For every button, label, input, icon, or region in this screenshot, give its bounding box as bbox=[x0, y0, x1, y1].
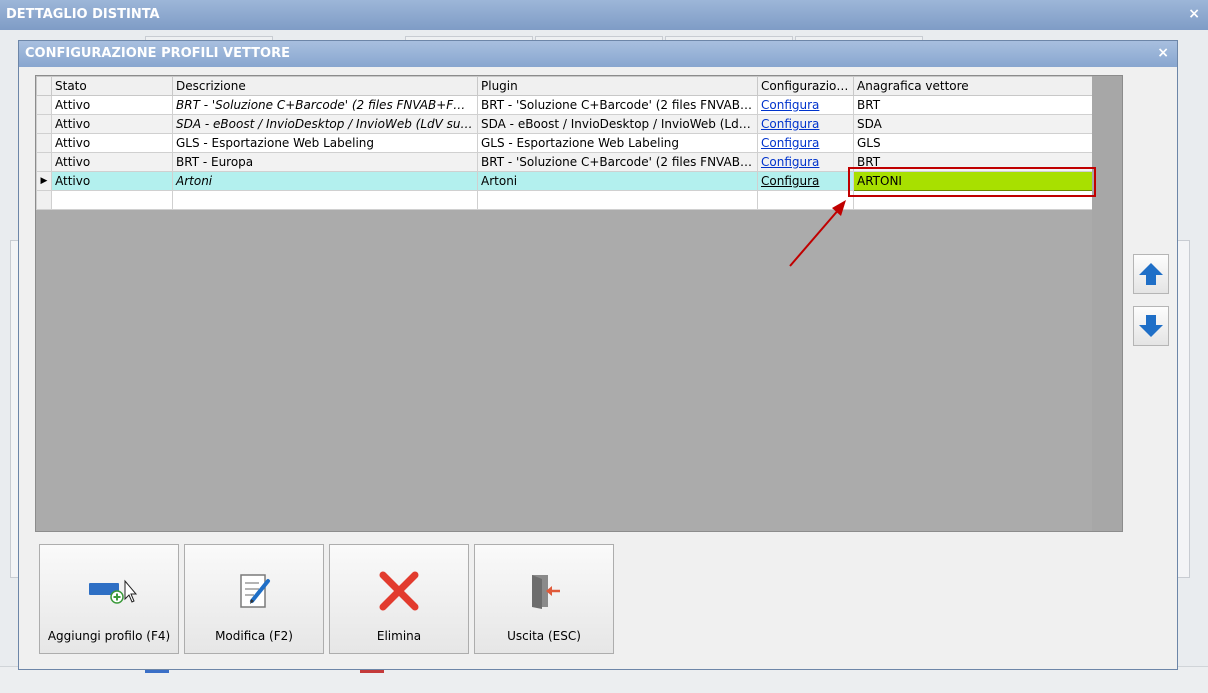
grid-scrollbar[interactable] bbox=[1092, 76, 1122, 531]
move-down-button[interactable] bbox=[1133, 306, 1169, 346]
table-header-row: Stato Descrizione Plugin Configurazione … bbox=[36, 76, 1094, 96]
cell-descrizione[interactable]: SDA - eBoost / InvioDesktop / InvioWeb (… bbox=[172, 114, 478, 134]
selected-row-indicator[interactable]: ▶ bbox=[36, 171, 52, 191]
cell-stato[interactable]: Attivo bbox=[51, 171, 173, 191]
cell-plugin[interactable]: BRT - 'Soluzione C+Barcode' (2 files FNV… bbox=[477, 152, 758, 172]
outer-close-icon[interactable]: × bbox=[1188, 0, 1200, 28]
exit-button[interactable]: Uscita (ESC) bbox=[474, 544, 614, 654]
row-indicator[interactable] bbox=[36, 114, 52, 134]
profili-vettore-dialog: CONFIGURAZIONE PROFILI VETTORE × Stato D… bbox=[18, 40, 1178, 670]
cell-configurazione[interactable]: Configura bbox=[757, 152, 854, 172]
configura-link[interactable]: Configura bbox=[761, 155, 819, 169]
row-indicator-header bbox=[36, 76, 52, 96]
delete-button[interactable]: Elimina bbox=[329, 544, 469, 654]
cell-descrizione[interactable]: BRT - 'Soluzione C+Barcode' (2 files FNV… bbox=[172, 95, 478, 115]
edit-document-icon bbox=[185, 565, 323, 617]
background-legend-mark bbox=[145, 670, 169, 673]
configura-link[interactable]: Configura bbox=[761, 117, 819, 131]
annotation-arrow-icon bbox=[789, 200, 846, 267]
empty-cell[interactable] bbox=[477, 190, 758, 210]
cell-configurazione[interactable]: Configura bbox=[757, 171, 854, 191]
cell-plugin[interactable]: BRT - 'Soluzione C+Barcode' (2 files FNV… bbox=[477, 95, 758, 115]
cell-anagrafica-vettore[interactable]: SDA bbox=[853, 114, 1094, 134]
empty-cell[interactable] bbox=[51, 190, 173, 210]
dialog-close-icon[interactable]: × bbox=[1157, 41, 1169, 65]
cell-anagrafica-vettore[interactable]: BRT bbox=[853, 95, 1094, 115]
table-row[interactable]: Attivo GLS - Esportazione Web Labeling G… bbox=[36, 133, 1094, 153]
arrow-down-icon bbox=[1139, 315, 1163, 337]
cell-stato[interactable]: Attivo bbox=[51, 114, 173, 134]
row-indicator[interactable] bbox=[36, 190, 52, 210]
delete-x-icon bbox=[330, 565, 468, 617]
cell-descrizione[interactable]: Artoni bbox=[172, 171, 478, 191]
column-header-stato[interactable]: Stato bbox=[51, 76, 173, 96]
cell-stato[interactable]: Attivo bbox=[51, 133, 173, 153]
background-status-strip bbox=[0, 666, 1208, 693]
cell-descrizione[interactable]: GLS - Esportazione Web Labeling bbox=[172, 133, 478, 153]
edit-button[interactable]: Modifica (F2) bbox=[184, 544, 324, 654]
table-row[interactable]: Attivo BRT - 'Soluzione C+Barcode' (2 fi… bbox=[36, 95, 1094, 115]
cell-configurazione[interactable]: Configura bbox=[757, 114, 854, 134]
cell-configurazione[interactable]: Configura bbox=[757, 133, 854, 153]
row-indicator[interactable] bbox=[36, 152, 52, 172]
dialog-title-bar: CONFIGURAZIONE PROFILI VETTORE bbox=[19, 41, 1177, 67]
add-profile-button[interactable]: Aggiungi profilo (F4) bbox=[39, 544, 179, 654]
cell-anagrafica-vettore[interactable]: GLS bbox=[853, 133, 1094, 153]
configura-link[interactable]: Configura bbox=[761, 174, 819, 188]
move-up-button[interactable] bbox=[1133, 254, 1169, 294]
outer-window-title: DETTAGLIO DISTINTA bbox=[6, 7, 160, 22]
outer-window-title-bar: DETTAGLIO DISTINTA bbox=[0, 0, 1208, 30]
column-header-anagrafica-vettore[interactable]: Anagrafica vettore bbox=[853, 76, 1094, 96]
edit-label: Modifica (F2) bbox=[215, 629, 293, 643]
highlight-box bbox=[848, 167, 1096, 197]
column-header-configurazione[interactable]: Configurazione bbox=[757, 76, 854, 96]
add-profile-icon bbox=[40, 565, 178, 617]
empty-cell[interactable] bbox=[172, 190, 478, 210]
background-legend-mark bbox=[360, 670, 384, 673]
configura-link[interactable]: Configura bbox=[761, 98, 819, 112]
dialog-title: CONFIGURAZIONE PROFILI VETTORE bbox=[25, 46, 290, 61]
configura-link[interactable]: Configura bbox=[761, 136, 819, 150]
cell-plugin[interactable]: SDA - eBoost / InvioDesktop / InvioWeb (… bbox=[477, 114, 758, 134]
column-header-plugin[interactable]: Plugin bbox=[477, 76, 758, 96]
cell-stato[interactable]: Attivo bbox=[51, 152, 173, 172]
add-profile-label: Aggiungi profilo (F4) bbox=[47, 629, 171, 643]
profiles-grid: Stato Descrizione Plugin Configurazione … bbox=[35, 75, 1123, 532]
column-header-descrizione[interactable]: Descrizione bbox=[172, 76, 478, 96]
row-indicator[interactable] bbox=[36, 95, 52, 115]
cell-plugin[interactable]: Artoni bbox=[477, 171, 758, 191]
delete-label: Elimina bbox=[376, 629, 422, 643]
cell-configurazione[interactable]: Configura bbox=[757, 95, 854, 115]
exit-door-icon bbox=[475, 565, 613, 617]
cell-plugin[interactable]: GLS - Esportazione Web Labeling bbox=[477, 133, 758, 153]
cell-stato[interactable]: Attivo bbox=[51, 95, 173, 115]
exit-label: Uscita (ESC) bbox=[507, 629, 581, 643]
arrow-up-icon bbox=[1139, 263, 1163, 285]
row-indicator[interactable] bbox=[36, 133, 52, 153]
table-row[interactable]: Attivo SDA - eBoost / InvioDesktop / Inv… bbox=[36, 114, 1094, 134]
cell-descrizione[interactable]: BRT - Europa bbox=[172, 152, 478, 172]
